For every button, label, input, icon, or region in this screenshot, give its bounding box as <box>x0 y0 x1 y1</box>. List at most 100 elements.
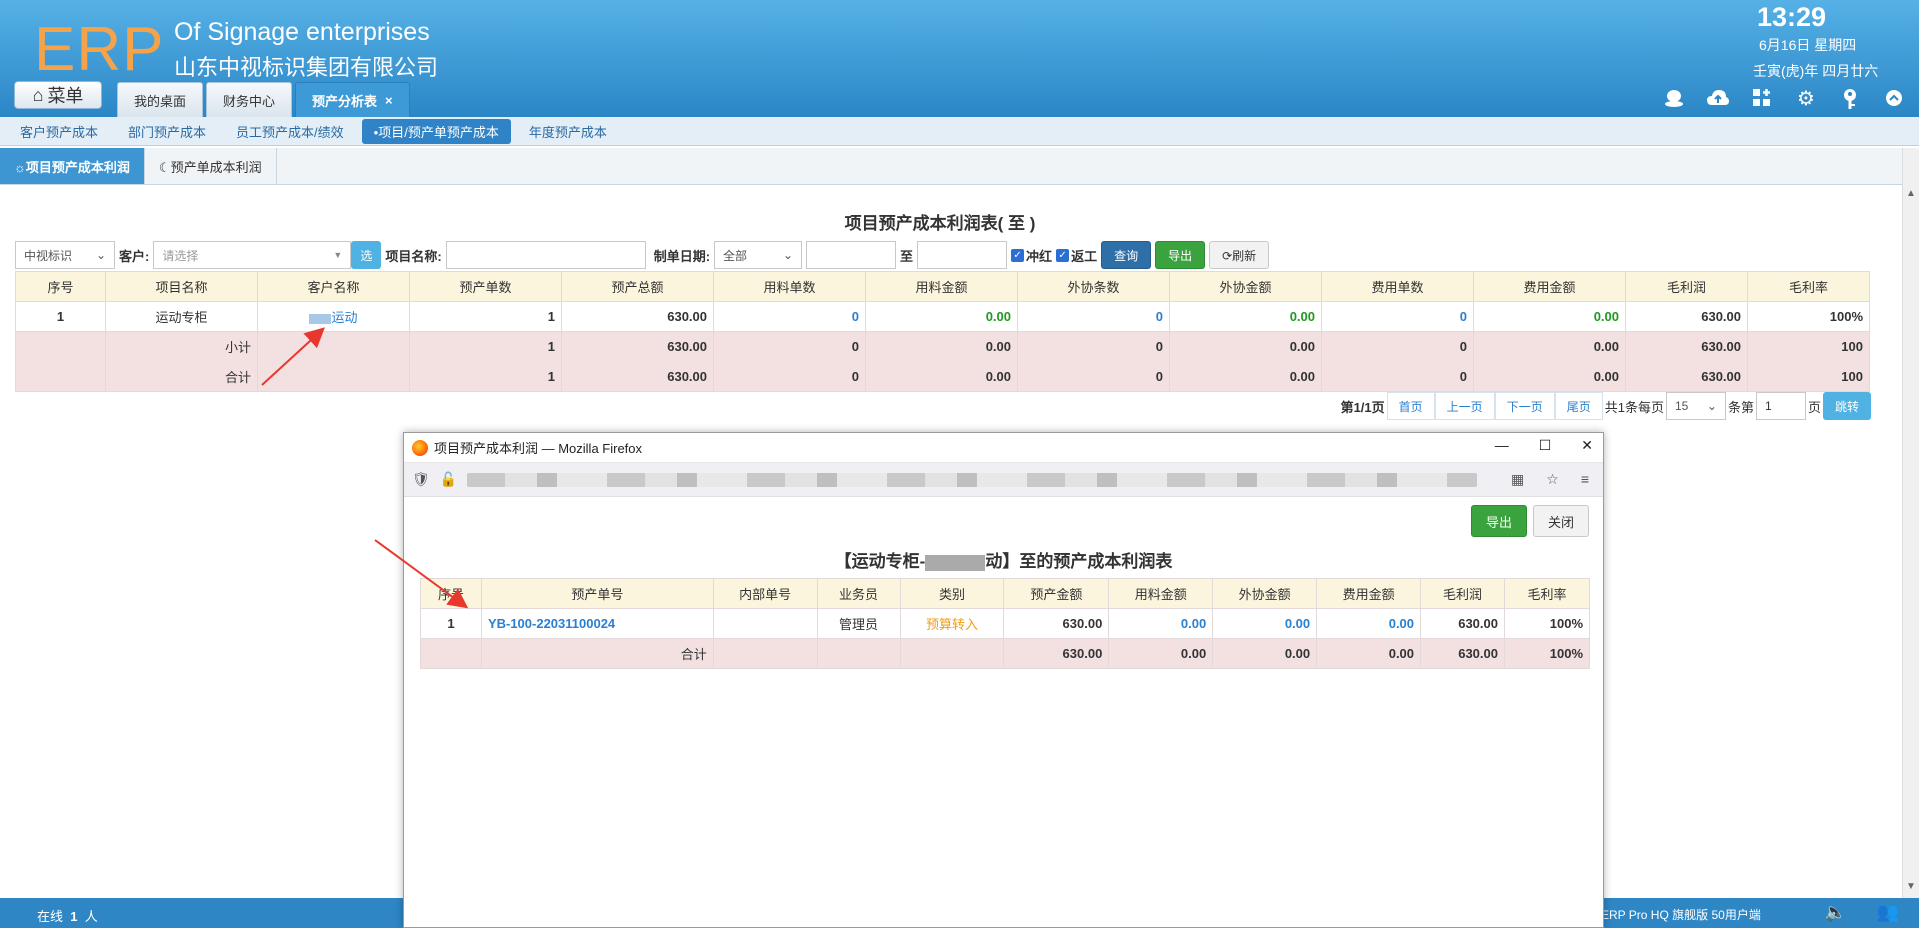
checkbox-checked-icon: ✓ <box>1056 248 1070 262</box>
checkbox-checked-icon: ✓ <box>1011 248 1025 262</box>
table-header-row: 序号 项目名称 客户名称 预产单数 预产总额 用料单数 用料金额 外协条数 外协… <box>15 271 1870 302</box>
minimize-icon[interactable]: — <box>1495 437 1509 454</box>
apps-icon[interactable] <box>1749 88 1775 110</box>
col-header[interactable]: 用料金额 <box>865 271 1018 302</box>
cell-mat-amount[interactable]: 0.00 <box>1108 608 1214 639</box>
popup-export-button[interactable]: 导出 <box>1470 505 1527 537</box>
col-header[interactable]: 用料金额 <box>1108 578 1214 609</box>
firefox-icon <box>412 439 428 456</box>
tab-order-profit[interactable]: ☾预产单成本利润 <box>145 148 277 184</box>
date-range-select[interactable]: 全部 ⌄ <box>714 241 803 269</box>
cell-profit: 630.00 <box>1625 361 1748 392</box>
shield-icon[interactable]: 🛡 <box>412 471 430 488</box>
col-header[interactable]: 序号 <box>420 578 482 609</box>
users-icon[interactable]: 👥 <box>1877 902 1899 923</box>
col-header[interactable]: 毛利润 <box>1420 578 1505 609</box>
tab-desktop[interactable]: 我的桌面 <box>117 82 204 117</box>
col-header[interactable]: 外协条数 <box>1017 271 1170 302</box>
cell-out-count[interactable]: 0 <box>1017 301 1170 332</box>
key-icon[interactable] <box>1837 88 1863 110</box>
col-header[interactable]: 客户名称 <box>257 271 410 302</box>
collapse-icon[interactable] <box>1881 88 1907 110</box>
cell-internal-no <box>712 608 818 639</box>
date-start-input[interactable] <box>806 241 897 269</box>
refresh-button[interactable]: ⟳刷新 <box>1209 241 1270 269</box>
project-name-input[interactable] <box>445 241 646 269</box>
menu-label: 菜单 <box>47 86 84 106</box>
gear-icon[interactable]: ⚙ <box>1793 88 1819 110</box>
maximize-icon[interactable]: ☐ <box>1539 437 1552 454</box>
col-header[interactable]: 序号 <box>15 271 106 302</box>
col-header[interactable]: 毛利率 <box>1503 578 1591 609</box>
order-number-link[interactable]: YB-100-22031100024 <box>480 608 714 639</box>
col-header[interactable]: 费用单数 <box>1321 271 1474 302</box>
cell-out-amount[interactable]: 0.00 <box>1212 608 1318 639</box>
subnav-employee-cost[interactable]: 员工预产成本/绩效 <box>224 119 356 144</box>
close-icon[interactable]: × <box>385 93 393 108</box>
col-header[interactable]: 预产单数 <box>409 271 562 302</box>
col-header[interactable]: 预产总额 <box>561 271 714 302</box>
cell-mat-count[interactable]: 0 <box>713 301 866 332</box>
popup-close-button[interactable]: 关闭 <box>1532 505 1589 537</box>
col-header[interactable]: 用料单数 <box>713 271 866 302</box>
col-header[interactable]: 预产金额 <box>1003 578 1110 609</box>
clock-time: 13:29 <box>1757 2 1827 32</box>
col-header[interactable]: 内部单号 <box>712 578 818 609</box>
menu-button[interactable]: ⌂ 菜单 <box>14 81 102 109</box>
goto-page-input[interactable]: 1 <box>1755 392 1806 420</box>
hamburger-menu-icon[interactable]: ≡ <box>1581 471 1589 488</box>
first-page-button[interactable]: 首页 <box>1386 392 1435 420</box>
report-title: 项目预产成本利润表( 至 ) <box>844 214 1036 233</box>
prev-page-button[interactable]: 上一页 <box>1434 392 1495 420</box>
select-customer-button[interactable]: 选 <box>351 241 382 269</box>
col-header[interactable]: 费用金额 <box>1473 271 1626 302</box>
export-button[interactable]: 导出 <box>1155 241 1206 269</box>
firefox-popup-window: 项目预产成本利润 — Mozilla Firefox — ☐ ✕ 🛡 🔓 ▦ ☆… <box>403 432 1604 928</box>
rework-checkbox[interactable]: ✓ 返工 <box>1056 246 1097 265</box>
col-header[interactable]: 费用金额 <box>1316 578 1422 609</box>
scroll-up-icon[interactable]: ▲ <box>1905 188 1917 199</box>
col-header[interactable]: 毛利率 <box>1747 271 1870 302</box>
insecure-lock-icon[interactable]: 🔓 <box>440 471 457 488</box>
table-row: 1 YB-100-22031100024 管理员 预算转入 630.00 0.0… <box>420 608 1591 639</box>
cell-empty <box>712 638 818 669</box>
tab-project-profit[interactable]: ☼项目预产成本利润 <box>0 148 145 184</box>
col-header[interactable]: 类别 <box>899 578 1005 609</box>
popup-table: 序号 预产单号 内部单号 业务员 类别 预产金额 用料金额 外协金额 费用金额 … <box>420 578 1591 669</box>
tab-finance[interactable]: 财务中心 <box>206 82 293 117</box>
cell-empty <box>899 638 1005 669</box>
red-offset-checkbox[interactable]: ✓ 冲红 <box>1011 246 1052 265</box>
tab-presale-analysis[interactable]: 预产分析表 × <box>295 82 410 117</box>
next-page-button[interactable]: 下一页 <box>1494 392 1555 420</box>
subnav-customer-cost[interactable]: 客户预产成本 <box>8 119 110 144</box>
cell-fee-amount[interactable]: 0.00 <box>1316 608 1422 639</box>
subnav-dept-cost[interactable]: 部门预产成本 <box>116 119 218 144</box>
scroll-down-icon[interactable]: ▼ <box>1905 881 1917 892</box>
col-header[interactable]: 项目名称 <box>105 271 258 302</box>
cell-empty <box>420 638 482 669</box>
cloud-icon[interactable] <box>1705 88 1731 110</box>
query-button[interactable]: 查询 <box>1101 241 1152 269</box>
user-icon[interactable] <box>1661 88 1687 110</box>
customer-select[interactable]: 请选择 ▼ <box>153 241 352 269</box>
last-page-button[interactable]: 尾页 <box>1554 392 1603 420</box>
date-end-input[interactable] <box>917 241 1008 269</box>
col-header[interactable]: 预产单号 <box>480 578 714 609</box>
close-icon[interactable]: ✕ <box>1581 437 1593 454</box>
col-header[interactable]: 外协金额 <box>1212 578 1318 609</box>
col-header[interactable]: 毛利润 <box>1625 271 1748 302</box>
url-bar[interactable]: 🛡 🔓 ▦ ☆ ≡ <box>404 463 1603 497</box>
subnav-annual-cost[interactable]: 年度预产成本 <box>517 119 619 144</box>
qr-code-icon[interactable]: ▦ <box>1511 471 1524 488</box>
vertical-scrollbar[interactable]: ▲ ▼ <box>1902 148 1919 898</box>
jump-button[interactable]: 跳转 <box>1822 392 1871 420</box>
cell-fee-count[interactable]: 0 <box>1321 301 1474 332</box>
col-header[interactable]: 外协金额 <box>1169 271 1322 302</box>
subnav-project-cost[interactable]: •项目/预产单预产成本 <box>361 118 511 144</box>
col-header[interactable]: 业务员 <box>816 578 901 609</box>
company-select[interactable]: 中视标识 ⌄ <box>15 241 115 269</box>
speaker-icon[interactable]: 🔈 <box>1824 902 1846 923</box>
star-icon[interactable]: ☆ <box>1546 471 1559 488</box>
per-page-select[interactable]: 15 ⌄ <box>1665 392 1726 420</box>
customer-link[interactable]: 运动 <box>309 310 358 325</box>
